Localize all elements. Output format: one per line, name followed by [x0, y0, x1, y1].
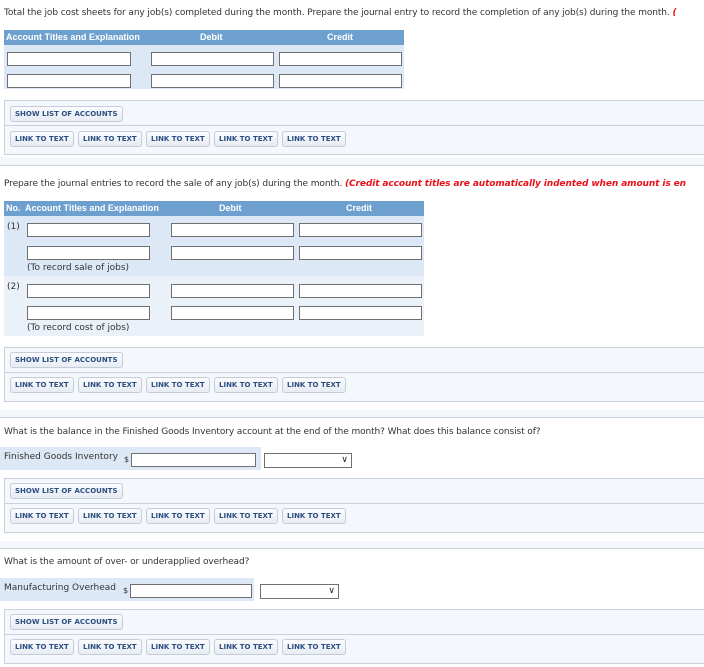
currency-symbol: $ [123, 586, 129, 595]
entry-number: (2) [7, 282, 20, 292]
tools-row-accounts: SHOW LIST OF ACCOUNTS [5, 610, 704, 635]
link-to-text-button[interactable]: LINK TO TEXT [214, 377, 278, 393]
entry-memo: (To record sale of jobs) [27, 263, 130, 273]
debit-input[interactable] [151, 52, 274, 66]
account-input[interactable] [27, 284, 150, 298]
show-list-of-accounts-button[interactable]: SHOW LIST OF ACCOUNTS [10, 614, 123, 630]
account-input[interactable] [7, 74, 131, 88]
tools-row-accounts: SHOW LIST OF ACCOUNTS [5, 101, 704, 126]
header-no: No. [6, 203, 21, 213]
link-to-text-button[interactable]: LINK TO TEXT [10, 639, 74, 655]
tools-row-links: LINK TO TEXT LINK TO TEXT LINK TO TEXT L… [5, 504, 704, 532]
debit-input[interactable] [171, 284, 294, 298]
link-to-text-button[interactable]: LINK TO TEXT [78, 377, 142, 393]
question-finished-goods: What is the balance in the Finished Good… [4, 427, 541, 437]
credit-input[interactable] [279, 74, 402, 88]
credit-input[interactable] [299, 284, 422, 298]
manufacturing-overhead-row: Manufacturing Overhead $ [0, 578, 254, 601]
show-list-of-accounts-button[interactable]: SHOW LIST OF ACCOUNTS [10, 106, 123, 122]
tools-panel-2: SHOW LIST OF ACCOUNTS LINK TO TEXT LINK … [4, 347, 704, 402]
link-to-text-button[interactable]: LINK TO TEXT [214, 508, 278, 524]
account-input[interactable] [27, 306, 150, 320]
account-input[interactable] [27, 223, 150, 237]
tools-panel-4: SHOW LIST OF ACCOUNTS LINK TO TEXT LINK … [4, 609, 704, 664]
finished-goods-select[interactable]: ∨ [264, 453, 352, 468]
tools-panel-3: SHOW LIST OF ACCOUNTS LINK TO TEXT LINK … [4, 478, 704, 533]
tools-row-links: LINK TO TEXT LINK TO TEXT LINK TO TEXT L… [5, 373, 704, 401]
tools-row-accounts: SHOW LIST OF ACCOUNTS [5, 479, 704, 504]
link-to-text-button[interactable]: LINK TO TEXT [146, 131, 210, 147]
section-divider [0, 417, 704, 418]
overhead-select[interactable]: ∨ [260, 584, 339, 599]
journal-table-1-body [4, 45, 404, 89]
credit-input[interactable] [299, 246, 422, 260]
credit-input[interactable] [279, 52, 402, 66]
instruction-2-note: (Credit account titles are automatically… [345, 179, 686, 189]
finished-goods-label: Finished Goods Inventory [4, 452, 118, 462]
entry-memo: (To record cost of jobs) [27, 323, 130, 333]
instruction-1-text: Total the job cost sheets for any job(s)… [4, 8, 670, 18]
show-list-of-accounts-button[interactable]: SHOW LIST OF ACCOUNTS [10, 483, 123, 499]
tools-row-accounts: SHOW LIST OF ACCOUNTS [5, 348, 704, 373]
link-to-text-button[interactable]: LINK TO TEXT [214, 131, 278, 147]
header-credit: Credit [346, 203, 373, 213]
link-to-text-button[interactable]: LINK TO TEXT [282, 377, 346, 393]
journal-table-2-header: No. Account Titles and Explanation Debit… [4, 201, 424, 216]
account-input[interactable] [27, 246, 150, 260]
credit-input[interactable] [299, 223, 422, 237]
link-to-text-button[interactable]: LINK TO TEXT [282, 639, 346, 655]
debit-input[interactable] [171, 223, 294, 237]
tools-row-links: LINK TO TEXT LINK TO TEXT LINK TO TEXT L… [5, 126, 704, 154]
credit-input[interactable] [299, 306, 422, 320]
link-to-text-button[interactable]: LINK TO TEXT [146, 639, 210, 655]
section-divider [0, 548, 704, 549]
header-account: Account Titles and Explanation [25, 203, 159, 213]
section-divider-band [0, 157, 704, 165]
debit-input[interactable] [151, 74, 274, 88]
manufacturing-overhead-label: Manufacturing Overhead [4, 583, 116, 593]
header-account: Account Titles and Explanation [6, 32, 140, 42]
link-to-text-button[interactable]: LINK TO TEXT [282, 131, 346, 147]
debit-input[interactable] [171, 306, 294, 320]
currency-symbol: $ [124, 455, 130, 464]
link-to-text-button[interactable]: LINK TO TEXT [78, 508, 142, 524]
account-input[interactable] [7, 52, 131, 66]
link-to-text-button[interactable]: LINK TO TEXT [146, 377, 210, 393]
question-overhead: What is the amount of over- or underappl… [4, 557, 250, 567]
debit-input[interactable] [171, 246, 294, 260]
show-list-of-accounts-button[interactable]: SHOW LIST OF ACCOUNTS [10, 352, 123, 368]
instruction-1: Total the job cost sheets for any job(s)… [4, 8, 677, 18]
link-to-text-button[interactable]: LINK TO TEXT [282, 508, 346, 524]
instruction-2: Prepare the journal entries to record th… [4, 179, 686, 189]
header-debit: Debit [200, 32, 223, 42]
journal-entry-2: (2) (To record cost of jobs) [4, 276, 424, 336]
finished-goods-amount-input[interactable] [131, 453, 256, 467]
overhead-amount-input[interactable] [130, 584, 252, 598]
finished-goods-row: Finished Goods Inventory $ [0, 447, 261, 470]
chevron-down-icon: ∨ [341, 455, 348, 465]
link-to-text-button[interactable]: LINK TO TEXT [10, 508, 74, 524]
chevron-down-icon: ∨ [328, 586, 335, 596]
tools-panel-1: SHOW LIST OF ACCOUNTS LINK TO TEXT LINK … [4, 100, 704, 155]
journal-entry-1: (1) (To record sale of jobs) [4, 216, 424, 276]
link-to-text-button[interactable]: LINK TO TEXT [10, 131, 74, 147]
section-divider [0, 165, 704, 166]
header-credit: Credit [327, 32, 354, 42]
instruction-2-text: Prepare the journal entries to record th… [4, 179, 343, 189]
entry-number: (1) [7, 222, 20, 232]
link-to-text-button[interactable]: LINK TO TEXT [146, 508, 210, 524]
link-to-text-button[interactable]: LINK TO TEXT [10, 377, 74, 393]
journal-table-1-header: Account Titles and Explanation Debit Cre… [4, 30, 404, 45]
link-to-text-button[interactable]: LINK TO TEXT [214, 639, 278, 655]
instruction-1-note: ( [672, 8, 677, 18]
link-to-text-button[interactable]: LINK TO TEXT [78, 639, 142, 655]
header-debit: Debit [219, 203, 242, 213]
link-to-text-button[interactable]: LINK TO TEXT [78, 131, 142, 147]
tools-row-links: LINK TO TEXT LINK TO TEXT LINK TO TEXT L… [5, 635, 704, 663]
